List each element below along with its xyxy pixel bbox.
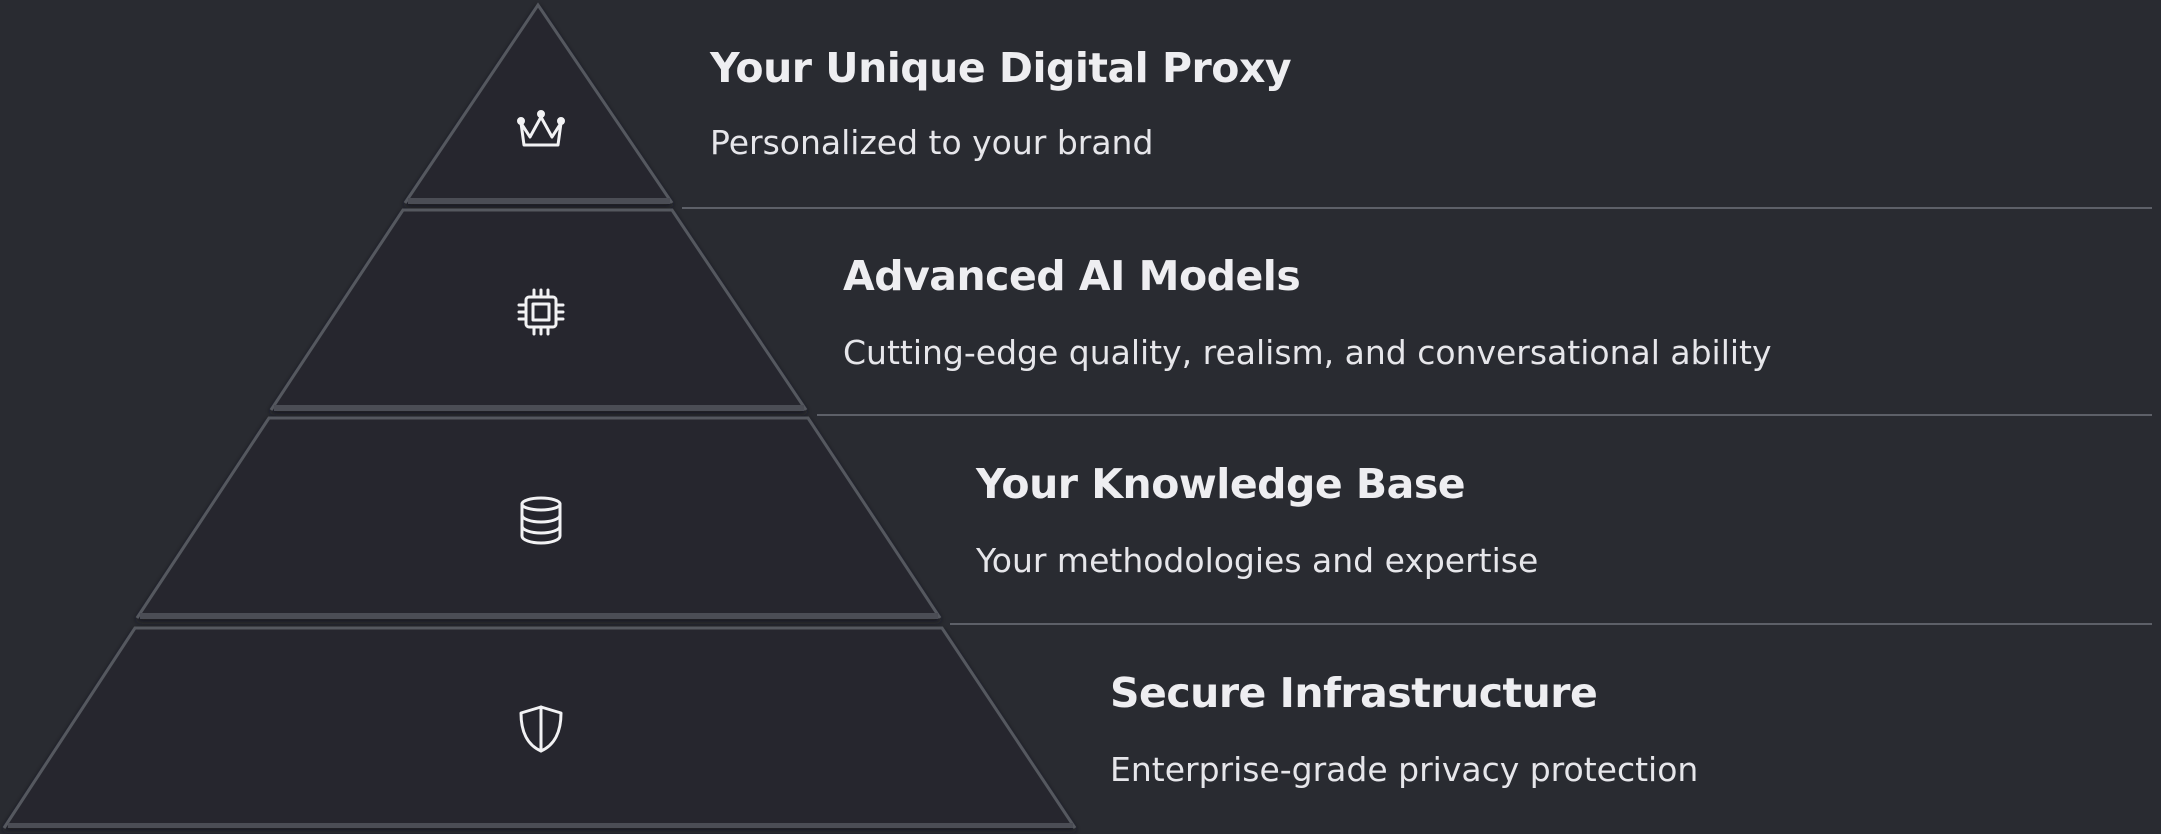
database-icon	[515, 494, 567, 546]
chip-icon	[515, 286, 567, 338]
layer-2-divider	[817, 414, 2152, 416]
layer-3-description: Your methodologies and expertise	[976, 541, 1539, 580]
layer-4-description: Enterprise-grade privacy protection	[1110, 750, 1699, 789]
layer-3-title: Your Knowledge Base	[976, 460, 1466, 508]
layer-3-divider	[950, 623, 2152, 625]
layer-1-divider	[682, 207, 2152, 209]
layer-1-title: Your Unique Digital Proxy	[710, 44, 1292, 92]
layer-1-description: Personalized to your brand	[710, 123, 1154, 162]
layer-2-description: Cutting-edge quality, realism, and conve…	[843, 333, 1772, 372]
shield-icon	[515, 703, 567, 755]
layer-4-title: Secure Infrastructure	[1110, 669, 1598, 717]
layer-2-title: Advanced AI Models	[843, 252, 1301, 300]
crown-icon	[515, 105, 567, 157]
